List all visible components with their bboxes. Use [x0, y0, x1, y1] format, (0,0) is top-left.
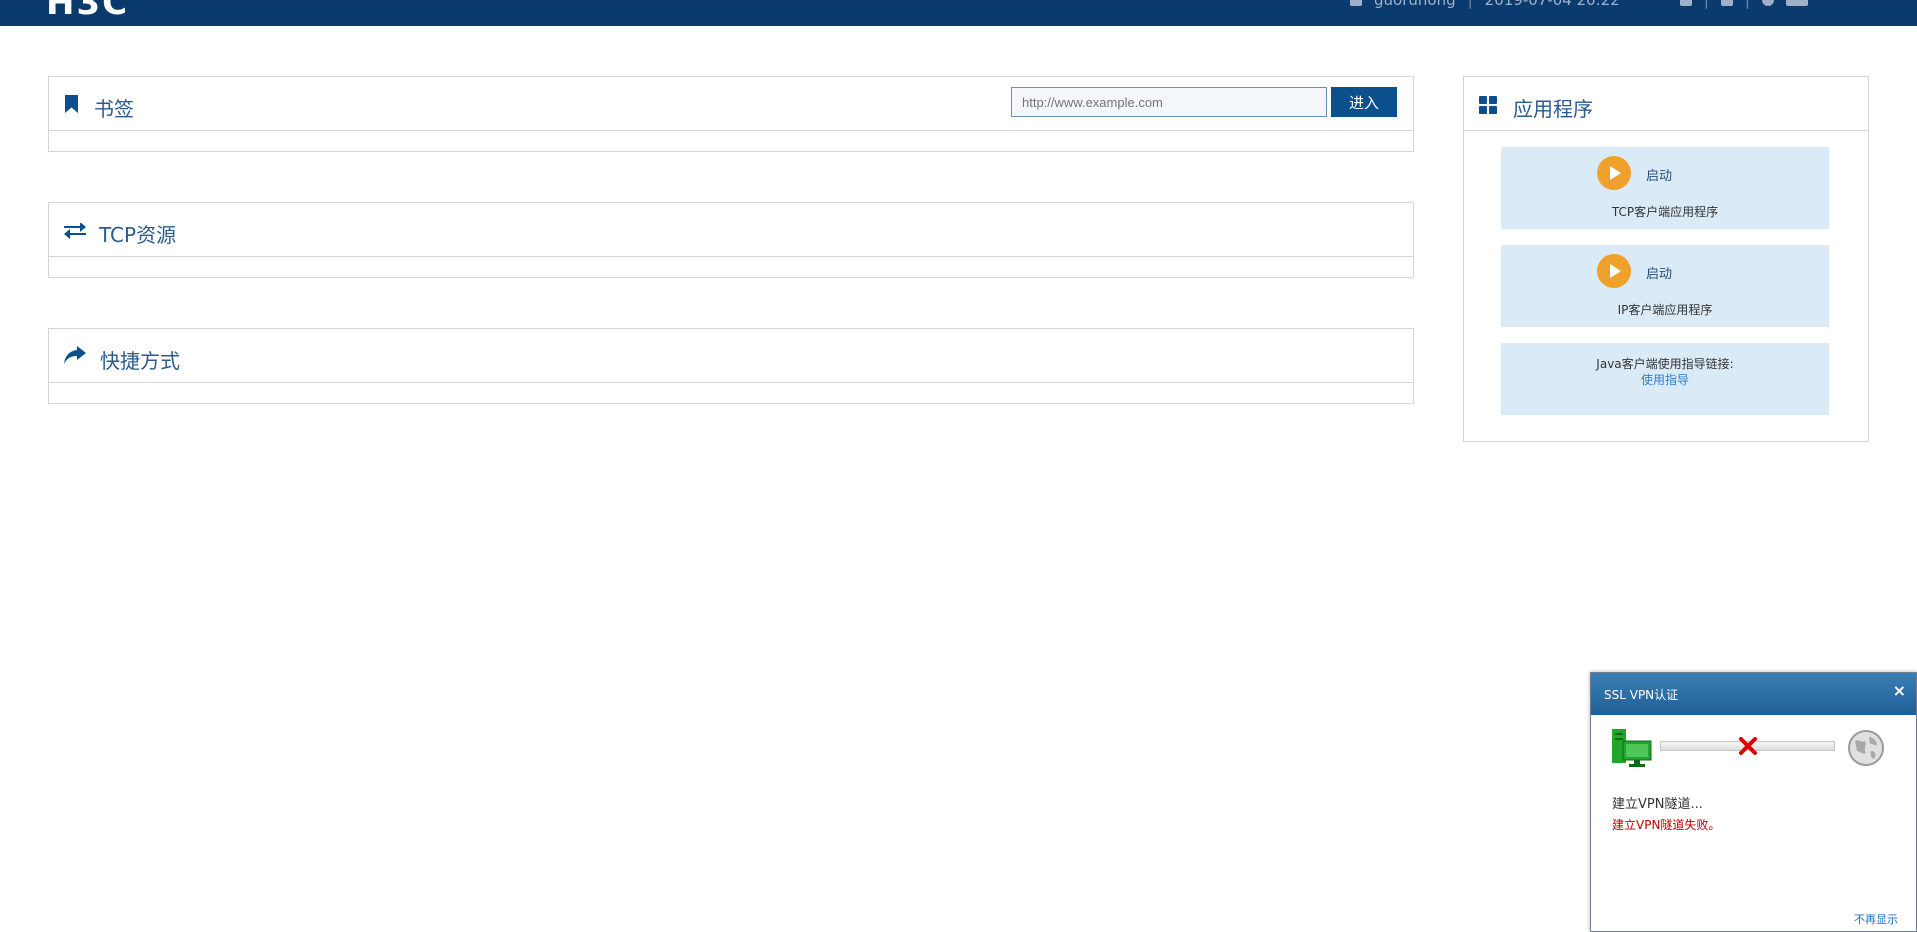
globe-icon [1847, 729, 1885, 771]
bookmark-icon [64, 95, 79, 117]
url-input[interactable] [1011, 87, 1327, 117]
enter-button[interactable]: 进入 [1331, 87, 1397, 117]
tcp-panel-header: TCP资源 [49, 203, 1413, 257]
computer-icon [1612, 729, 1652, 771]
close-icon[interactable]: × [1893, 683, 1906, 699]
status-failed: 建立VPN隧道失败。 [1612, 818, 1721, 832]
java-guide-text: Java客户端使用指导链接: [1596, 357, 1734, 371]
dialog-title: SSL VPN认证 [1604, 688, 1679, 702]
usage-guide-link[interactable]: 使用指导 [1501, 371, 1829, 388]
user-icon [1350, 0, 1362, 6]
tcp-client-app-tile[interactable]: 启动 TCP客户端应用程序 [1501, 147, 1829, 229]
username: guoruhong [1374, 0, 1456, 9]
tcp-panel: TCP资源 [48, 202, 1414, 278]
status-connecting: 建立VPN隧道... [1612, 797, 1703, 812]
apps-title: 应用程序 [1513, 97, 1593, 121]
apps-panel: 应用程序 启动 TCP客户端应用程序 启动 IP客户端应用程序 Java客户端使… [1463, 76, 1869, 442]
start-label[interactable]: 启动 [1646, 165, 1672, 184]
bookmark-title: 书签 [94, 97, 134, 121]
apps-panel-header: 应用程序 [1464, 77, 1868, 131]
start-label[interactable]: 启动 [1646, 263, 1672, 282]
home-icon[interactable] [1679, 0, 1692, 6]
java-guide-tile: Java客户端使用指导链接: 使用指导 [1501, 343, 1829, 415]
wrench-icon[interactable] [1720, 0, 1733, 6]
divider: | [1467, 0, 1473, 9]
share-arrow-icon [64, 346, 86, 368]
shortcut-panel: 快捷方式 [48, 328, 1414, 404]
datetime: 2019-07-04 20:22 [1484, 0, 1620, 9]
top-header-bar: H3C guoruhong | 2019-07-04 20:22 | | [0, 0, 1917, 26]
language-icon[interactable] [1785, 0, 1808, 6]
shortcut-title: 快捷方式 [100, 349, 180, 373]
divider: | [1703, 0, 1709, 9]
grid-icon [1479, 96, 1497, 118]
tcp-client-app-name: TCP客户端应用程序 [1611, 205, 1719, 219]
bookmark-panel-header: 书签 进入 [49, 77, 1413, 131]
divider: | [1744, 0, 1750, 9]
shortcut-panel-header: 快捷方式 [49, 329, 1413, 383]
play-icon[interactable] [1597, 254, 1631, 288]
ip-client-app-name: IP客户端应用程序 [1617, 303, 1713, 317]
ip-client-app-tile[interactable]: 启动 IP客户端应用程序 [1501, 245, 1829, 327]
play-icon[interactable] [1597, 156, 1631, 190]
ssl-vpn-dialog: SSL VPN认证 × 建立VPN隧道... 建立VPN隧道失败。 不再显示 [1590, 672, 1917, 932]
connection-failed-icon [1739, 737, 1757, 759]
power-icon[interactable] [1761, 0, 1774, 6]
header-info: guoruhong | 2019-07-04 20:22 | | [1350, 0, 1808, 9]
dialog-titlebar[interactable]: SSL VPN认证 × [1591, 673, 1916, 715]
tcp-title: TCP资源 [99, 223, 177, 247]
bookmark-panel: 书签 进入 [48, 76, 1414, 152]
dont-show-again-link[interactable]: 不再显示 [1854, 911, 1898, 927]
h3c-logo: H3C [46, 0, 130, 23]
exchange-arrows-icon [64, 222, 86, 243]
